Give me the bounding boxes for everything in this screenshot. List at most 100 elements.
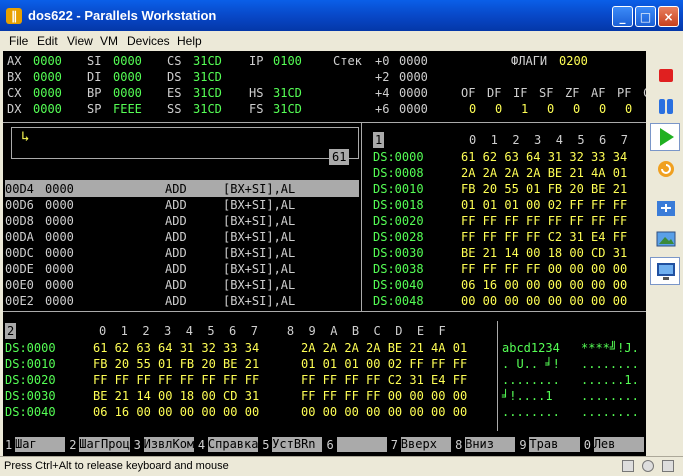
disasm-bytes[interactable]: 0000	[45, 213, 74, 229]
title-bar[interactable]: ∥ dos622 - Parallels Workstation _ □ ×	[0, 0, 683, 31]
maximize-button[interactable]: □	[635, 6, 656, 27]
dump1-address[interactable]: DS:0028	[373, 229, 424, 245]
disasm-operands[interactable]: [BX+SI],AL	[223, 213, 295, 229]
fkey-label[interactable]: Вверх	[400, 437, 452, 452]
menu-devices[interactable]: Devices	[127, 34, 170, 48]
disasm-address[interactable]: 00DE	[5, 261, 34, 277]
dump2-bytes-low[interactable]: 61 62 63 64 31 32 33 34	[93, 340, 259, 356]
dump2-bytes-low[interactable]: BE 21 14 00 18 00 CD 31	[93, 388, 259, 404]
dump2-bytes-low[interactable]: 06 16 00 00 00 00 00 00	[93, 404, 259, 420]
disasm-address[interactable]: 00DC	[5, 245, 34, 261]
fkey-label[interactable]: ИзвлКом	[143, 437, 194, 452]
dump1-bytes[interactable]: FF FF FF FF 00 00 00 00	[461, 261, 627, 277]
dump1-bytes[interactable]: 2A 2A 2A 2A BE 21 4A 01	[461, 165, 627, 181]
fkey-label[interactable]: Шаг	[15, 437, 66, 452]
disasm-operands[interactable]: [BX+SI],AL	[223, 245, 295, 261]
disasm-bytes[interactable]: 0000	[45, 261, 74, 277]
stack-value: 0000	[399, 70, 428, 84]
dump1-address[interactable]: DS:0040	[373, 277, 424, 293]
disasm-address[interactable]: 00D8	[5, 213, 34, 229]
dump1-bytes[interactable]: FF FF FF FF C2 31 E4 FF	[461, 229, 627, 245]
fkey-label[interactable]: Трав	[529, 437, 580, 452]
dump2-address[interactable]: DS:0030	[5, 388, 56, 404]
dump2-bytes-low[interactable]: FF FF FF FF FF FF FF FF	[93, 372, 259, 388]
dump1-address[interactable]: DS:0038	[373, 261, 424, 277]
disasm-address[interactable]: 00E0	[5, 277, 34, 293]
disasm-bytes[interactable]: 0000	[45, 277, 74, 293]
reset-icon[interactable]	[654, 156, 678, 180]
dump1-bytes[interactable]: FF FF FF FF FF FF FF FF	[461, 213, 627, 229]
dump1-bytes[interactable]: 06 16 00 00 00 00 00 00	[461, 277, 627, 293]
dump2-address[interactable]: DS:0010	[5, 356, 56, 372]
disasm-operands[interactable]: [BX+SI],AL	[223, 293, 295, 309]
dump1-address[interactable]: DS:0008	[373, 165, 424, 181]
dump2-address[interactable]: DS:0020	[5, 372, 56, 388]
disasm-mnemonic[interactable]: ADD	[165, 229, 187, 245]
disasm-address[interactable]: 00D6	[5, 197, 34, 213]
dump1-address[interactable]: DS:0000	[373, 149, 424, 165]
close-button[interactable]: ×	[658, 6, 679, 27]
disasm-bytes[interactable]: 0000	[45, 293, 74, 309]
menu-help[interactable]: Help	[177, 34, 202, 48]
dump2-bytes-high[interactable]: FF FF FF FF C2 31 E4 FF	[301, 372, 467, 388]
fkey-label[interactable]: ШагПроц	[79, 437, 130, 452]
dump1-address[interactable]: DS:0010	[373, 181, 424, 197]
stop-icon[interactable]	[654, 63, 678, 87]
dump2-bytes-high[interactable]: FF FF FF FF 00 00 00 00	[301, 388, 467, 404]
disasm-mnemonic[interactable]: ADD	[165, 181, 187, 197]
fkey-label[interactable]: Справка	[207, 437, 259, 452]
dump1-bytes[interactable]: 00 00 00 00 00 00 00 00	[461, 293, 627, 309]
flag-name: DF	[487, 86, 502, 100]
disasm-address[interactable]: 00DA	[5, 229, 34, 245]
disasm-mnemonic[interactable]: ADD	[165, 261, 187, 277]
disasm-address[interactable]: 00E2	[5, 293, 34, 309]
disasm-mnemonic[interactable]: ADD	[165, 245, 187, 261]
disasm-operands[interactable]: [BX+SI],AL	[223, 197, 295, 213]
fkey-label[interactable]: Лев	[593, 437, 644, 452]
disasm-mnemonic[interactable]: ADD	[165, 197, 187, 213]
disasm-bytes[interactable]: 0000	[45, 245, 74, 261]
dump1-address[interactable]: DS:0030	[373, 245, 424, 261]
flag-name: ZF	[565, 86, 580, 100]
dump2-bytes-low[interactable]: FB 20 55 01 FB 20 BE 21	[93, 356, 259, 372]
dump1-bytes[interactable]: 01 01 01 00 02 FF FF FF	[461, 197, 627, 213]
dump1-bytes[interactable]: BE 21 14 00 18 00 CD 31	[461, 245, 627, 261]
dump2-bytes-high[interactable]: 01 01 01 00 02 FF FF FF	[301, 356, 467, 372]
stack-label: Стек	[333, 54, 362, 68]
minimize-button[interactable]: _	[612, 6, 633, 27]
menu-file[interactable]: File	[9, 34, 28, 48]
fkey-label[interactable]	[336, 437, 387, 452]
disasm-bytes[interactable]: 0000	[45, 181, 74, 197]
fullscreen-icon[interactable]	[654, 197, 678, 221]
disasm-mnemonic[interactable]: ADD	[165, 277, 187, 293]
menu-view[interactable]: View	[67, 34, 93, 48]
disasm-operands[interactable]: [BX+SI],AL	[223, 277, 295, 293]
dump2-address[interactable]: DS:0000	[5, 340, 56, 356]
dump1-address[interactable]: DS:0020	[373, 213, 424, 229]
display-icon[interactable]	[654, 259, 678, 283]
vm-screen[interactable]: AX 0000 SI 0000 CS 31CD IP 0100 BX 0000 DI 0000 DS 31…	[3, 51, 646, 456]
disasm-address[interactable]: 00D4	[5, 181, 34, 197]
disasm-bytes[interactable]: 0000	[45, 197, 74, 213]
dump2-bytes-high[interactable]: 2A 2A 2A 2A BE 21 4A 01	[301, 340, 467, 356]
disasm-operands[interactable]: [BX+SI],AL	[223, 261, 295, 277]
fkey-label[interactable]: Вниз	[465, 437, 516, 452]
disasm-mnemonic[interactable]: ADD	[165, 293, 187, 309]
dump2-address[interactable]: DS:0040	[5, 404, 56, 420]
dump1-address[interactable]: DS:0018	[373, 197, 424, 213]
play-icon[interactable]	[654, 125, 678, 149]
fkey-label[interactable]: УстBRn	[272, 437, 323, 452]
dump1-bytes[interactable]: FB 20 55 01 FB 20 BE 21	[461, 181, 627, 197]
disasm-operands[interactable]: [BX+SI],AL	[223, 181, 295, 197]
disasm-mnemonic[interactable]: ADD	[165, 213, 187, 229]
pause-icon[interactable]	[654, 94, 678, 118]
disasm-bytes[interactable]: 0000	[45, 229, 74, 245]
disasm-operands[interactable]: [BX+SI],AL	[223, 229, 295, 245]
dump1-bytes[interactable]: 61 62 63 64 31 32 33 34	[461, 149, 627, 165]
screenshot-icon[interactable]	[654, 227, 678, 251]
menu-edit[interactable]: Edit	[37, 34, 58, 48]
ascii-left: ........	[502, 373, 560, 387]
dump1-address[interactable]: DS:0048	[373, 293, 424, 309]
menu-vm[interactable]: VM	[100, 34, 118, 48]
dump2-bytes-high[interactable]: 00 00 00 00 00 00 00 00	[301, 404, 467, 420]
